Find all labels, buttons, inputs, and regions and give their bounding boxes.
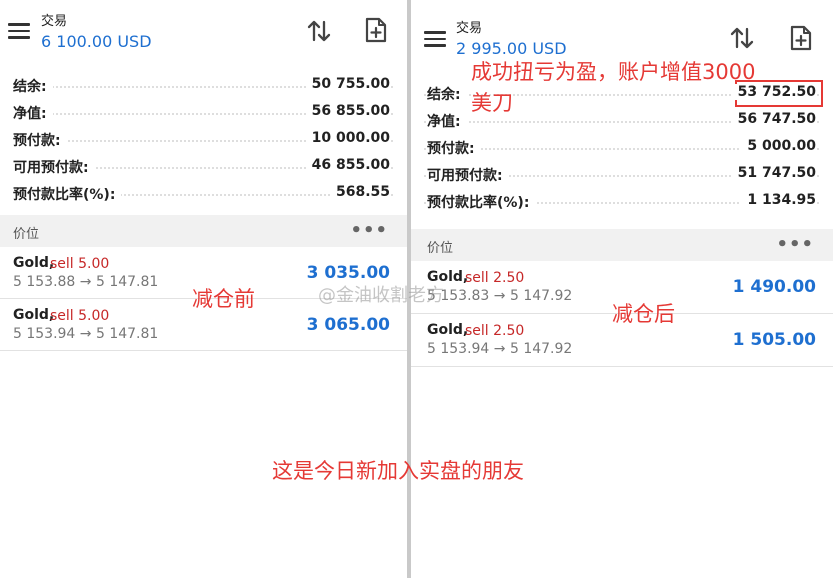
position-profit: 3 035.00 <box>306 263 390 283</box>
row-value: 46 855.00 <box>305 157 390 173</box>
row-value: 53 752.50 <box>731 84 816 100</box>
hamburger-menu-icon[interactable] <box>8 23 30 39</box>
position-prices: 5 153.83 → 5 147.92 <box>427 288 573 304</box>
position-prices: 5 153.88 → 5 147.81 <box>13 274 159 290</box>
position-profit: 1 490.00 <box>732 277 816 297</box>
position-side: sell 5.00 <box>50 256 110 272</box>
position-profit: 3 065.00 <box>306 315 390 335</box>
row-label: 预付款: <box>13 130 67 150</box>
annotation-before: 减仓前 <box>192 287 255 311</box>
row-label: 预付款比率(%): <box>427 192 536 212</box>
position-prices: 5 153.94 → 5 147.81 <box>13 326 159 342</box>
row-value: 10 000.00 <box>305 130 390 146</box>
hamburger-menu-icon[interactable] <box>424 31 446 47</box>
row-value: 5 000.00 <box>741 138 816 154</box>
annotation-after: 减仓后 <box>612 302 675 326</box>
position-profit: 1 505.00 <box>732 330 816 350</box>
margin-level-row: 预付款比率(%): 568.55 <box>0 180 407 207</box>
positions-section-header: 价位 ••• <box>0 215 407 247</box>
annotation-bottom: 这是今日新加入实盘的朋友 <box>272 459 524 483</box>
position-symbol: Gold, <box>13 255 55 271</box>
row-label: 净值: <box>13 103 53 123</box>
free-margin-row: 可用预付款: 51 747.50 <box>411 161 833 188</box>
position-side: sell 5.00 <box>50 308 110 324</box>
header-balance: 6 100.00 USD <box>41 32 152 51</box>
sort-arrows-icon[interactable] <box>728 24 756 52</box>
left-header: 交易 6 100.00 USD <box>0 0 407 62</box>
header-title: 交易 <box>456 21 483 36</box>
margin-row: 预付款: 10 000.00 <box>0 126 407 153</box>
watermark: @金油收割老方 <box>318 285 444 306</box>
row-label: 净值: <box>427 111 467 131</box>
margin-row: 预付款: 5 000.00 <box>411 134 833 161</box>
position-prices: 5 153.94 → 5 147.92 <box>427 341 573 357</box>
row-label: 结余: <box>13 76 53 96</box>
margin-level-row: 预付款比率(%): 1 134.95 <box>411 188 833 215</box>
more-options-icon[interactable]: ••• <box>350 220 388 241</box>
new-order-file-icon[interactable] <box>787 24 815 52</box>
row-value: 50 755.00 <box>305 76 390 92</box>
row-label: 可用预付款: <box>13 157 95 177</box>
free-margin-row: 可用预付款: 46 855.00 <box>0 153 407 180</box>
row-label: 结余: <box>427 84 467 104</box>
annotation-success-line1: 成功扭亏为盈，账户增值3000 <box>471 60 756 84</box>
header-title: 交易 <box>41 14 68 29</box>
row-value: 56 855.00 <box>305 103 390 119</box>
position-symbol: Gold, <box>427 322 469 338</box>
balance-row: 结余: 50 755.00 <box>0 72 407 99</box>
row-value: 568.55 <box>329 184 390 200</box>
annotation-success-line2: 美刀 <box>471 91 513 115</box>
row-value: 51 747.50 <box>731 165 816 181</box>
sort-arrows-icon[interactable] <box>305 17 333 45</box>
section-label: 价位 <box>13 227 40 242</box>
row-value: 56 747.50 <box>731 111 816 127</box>
account-summary: 结余: 50 755.00 净值: 56 855.00 预付款: 10 000.00 … <box>0 72 407 207</box>
section-label: 价位 <box>427 241 454 256</box>
positions-section-header: 价位 ••• <box>411 229 833 261</box>
equity-row: 净值: 56 855.00 <box>0 99 407 126</box>
row-label: 可用预付款: <box>427 165 509 185</box>
new-order-file-icon[interactable] <box>362 16 390 44</box>
position-side: sell 2.50 <box>465 323 525 339</box>
position-symbol: Gold, <box>13 307 55 323</box>
row-value: 1 134.95 <box>741 192 816 208</box>
more-options-icon[interactable]: ••• <box>776 234 814 255</box>
position-side: sell 2.50 <box>465 270 525 286</box>
row-label: 预付款比率(%): <box>13 184 122 204</box>
right-header: 交易 2 995.00 USD <box>411 0 833 62</box>
row-label: 预付款: <box>427 138 481 158</box>
